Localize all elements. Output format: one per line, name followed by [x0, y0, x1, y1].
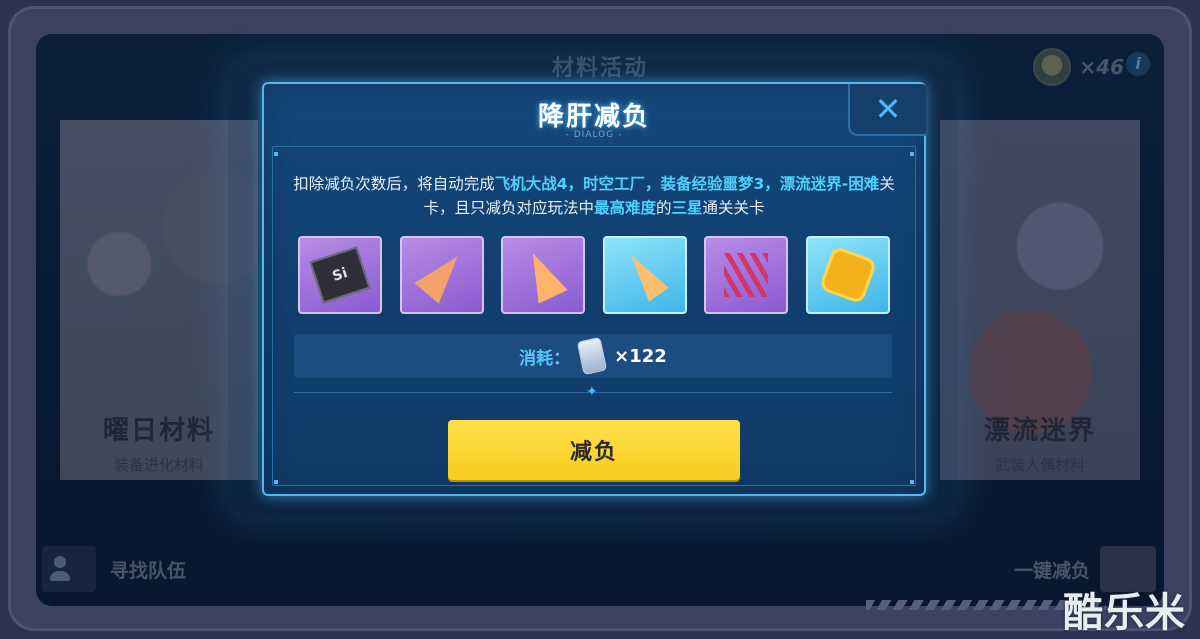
desc-highlight: 飞机大战4，时空工厂，装备经验噩梦3，漂流迷界-困难	[494, 175, 880, 193]
card-drift-realm[interactable]: 漂流迷界 武装人偶材料	[940, 120, 1140, 480]
cost-label: 消耗：	[519, 348, 571, 369]
cost-amount: ×122	[614, 345, 667, 367]
ticket-icon	[576, 336, 608, 376]
dialog-description: 扣除减负次数后，将自动完成飞机大战4，时空工厂，装备经验噩梦3，漂流迷界-困难关…	[288, 172, 900, 220]
corner-dot	[274, 480, 278, 484]
info-icon[interactable]: i	[1126, 52, 1150, 76]
watermark-logo: 酷乐米	[1063, 590, 1186, 636]
reward-item[interactable]: Si	[298, 236, 382, 314]
desc-text: 扣除减负次数后，将自动完成	[293, 175, 495, 193]
shard-fragment-icon	[621, 248, 669, 302]
crystal-shard-icon	[413, 246, 470, 304]
corner-dot	[910, 480, 914, 484]
card-subtitle: 武装人偶材料	[994, 456, 1085, 474]
gold-coin-icon	[818, 245, 878, 305]
desc-highlight: 最高难度	[593, 199, 656, 217]
reward-item[interactable]	[602, 236, 687, 314]
reward-list: Si	[298, 236, 890, 314]
find-team-label: 寻找队伍	[110, 559, 187, 582]
desc-highlight: 三星	[671, 199, 703, 217]
sparkle-icon: ✦	[586, 384, 598, 400]
desc-text: 通关关卡	[702, 199, 765, 217]
red-rods-icon	[724, 253, 769, 297]
chip-icon: Si	[309, 246, 371, 304]
cost-bar: 消耗： ×122	[294, 334, 892, 378]
currency-count: ×46	[1079, 55, 1124, 79]
close-button[interactable]: ✕	[848, 84, 926, 136]
card-title: 漂流迷界	[983, 416, 1096, 446]
desc-text: 的	[655, 199, 672, 217]
dialog-title: 降肝减负	[537, 102, 650, 132]
one-click-label: 一键减负	[1013, 559, 1090, 582]
reward-item[interactable]	[704, 236, 789, 314]
currency-avatar-icon	[1033, 48, 1072, 86]
reward-item[interactable]	[399, 236, 484, 314]
reward-item[interactable]	[805, 236, 890, 314]
twin-shard-icon	[518, 246, 568, 304]
reward-item[interactable]	[501, 236, 586, 314]
confirm-reduce-button[interactable]: 减负	[448, 420, 740, 480]
corner-dot	[274, 152, 278, 156]
dialog-subtitle: - DIALOG -	[565, 130, 623, 140]
team-icon	[42, 546, 96, 592]
reduce-dialog: 降肝减负 - DIALOG - ✕ 扣除减负次数后，将自动完成飞机大战4，时空工…	[262, 82, 926, 496]
currency-display: ×46	[1033, 48, 1124, 86]
corner-dot	[910, 152, 914, 156]
find-team-button[interactable]: 寻找队伍	[42, 546, 186, 592]
